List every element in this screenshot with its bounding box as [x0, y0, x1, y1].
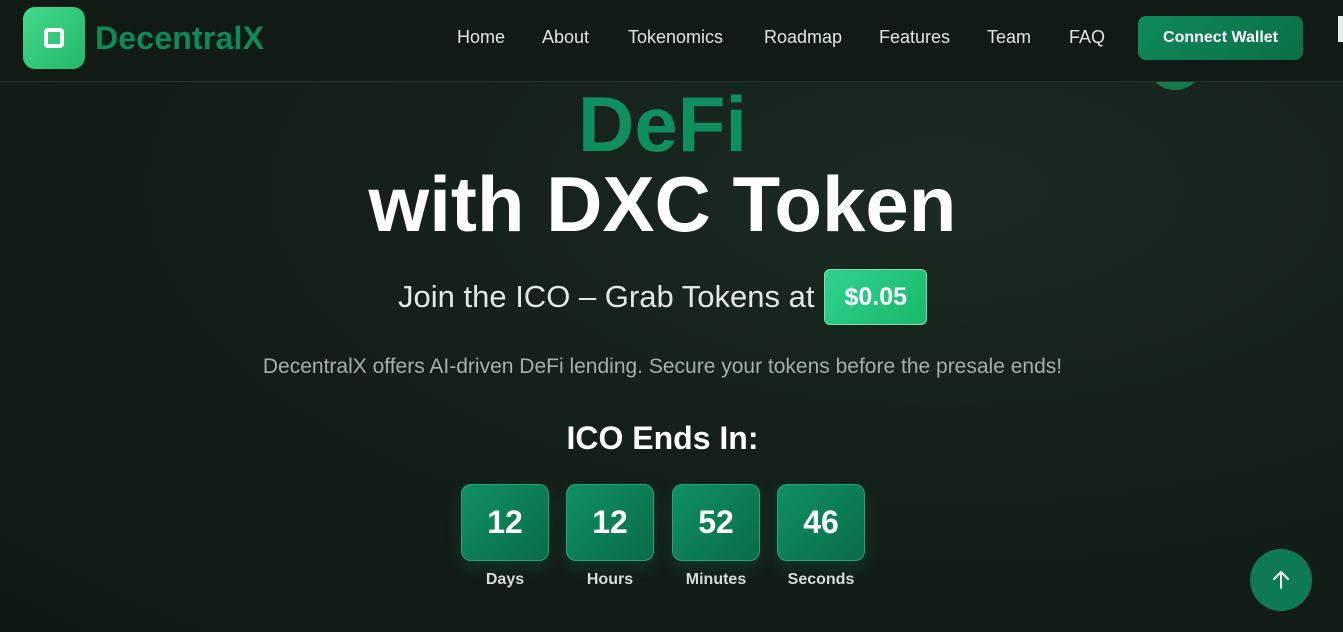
- nav-link-about[interactable]: About: [542, 27, 589, 48]
- nav-link-features[interactable]: Features: [879, 27, 950, 48]
- countdown-days-label: Days: [485, 571, 525, 588]
- countdown-days: 12: [461, 484, 549, 561]
- brand-logo[interactable]: DecentralX: [23, 7, 264, 69]
- ico-text: Join the ICO – Grab Tokens at: [398, 279, 815, 314]
- nav-link-faq[interactable]: FAQ: [1069, 27, 1105, 48]
- nav-link-roadmap[interactable]: Roadmap: [764, 27, 842, 48]
- brand-name: DecentralX: [95, 19, 265, 56]
- nav-link-home[interactable]: Home: [457, 27, 505, 48]
- hero-title: with DXC Token: [368, 160, 957, 248]
- ico-price-line: Join the ICO – Grab Tokens at $0.05: [0, 269, 1325, 325]
- countdown-seconds-label: Seconds: [787, 571, 855, 588]
- navbar: DecentralX Home About Tokenomics Roadmap…: [0, 0, 1343, 82]
- countdown-minutes-label: Minutes: [685, 571, 747, 588]
- hero-accent-heading: DeFi: [577, 80, 748, 168]
- countdown-seconds: 46: [777, 484, 865, 561]
- arrow-up-icon: [1273, 571, 1289, 589]
- nav-link-tokenomics[interactable]: Tokenomics: [628, 27, 723, 48]
- countdown-minutes: 52: [672, 484, 760, 561]
- countdown-hours: 12: [566, 484, 654, 561]
- countdown-hours-label: Hours: [586, 571, 634, 588]
- scroll-to-top-button[interactable]: [1250, 549, 1312, 611]
- countdown-title: ICO Ends In:: [566, 420, 759, 456]
- hero-subtitle: DecentralX offers AI-driven DeFi lending…: [262, 355, 1063, 378]
- nav-link-team[interactable]: Team: [987, 27, 1031, 48]
- connect-wallet-button[interactable]: Connect Wallet: [1138, 16, 1303, 60]
- scrollbar-edge[interactable]: [1338, 16, 1343, 42]
- price-badge: $0.05: [824, 269, 927, 325]
- square-logo-icon: [23, 7, 85, 69]
